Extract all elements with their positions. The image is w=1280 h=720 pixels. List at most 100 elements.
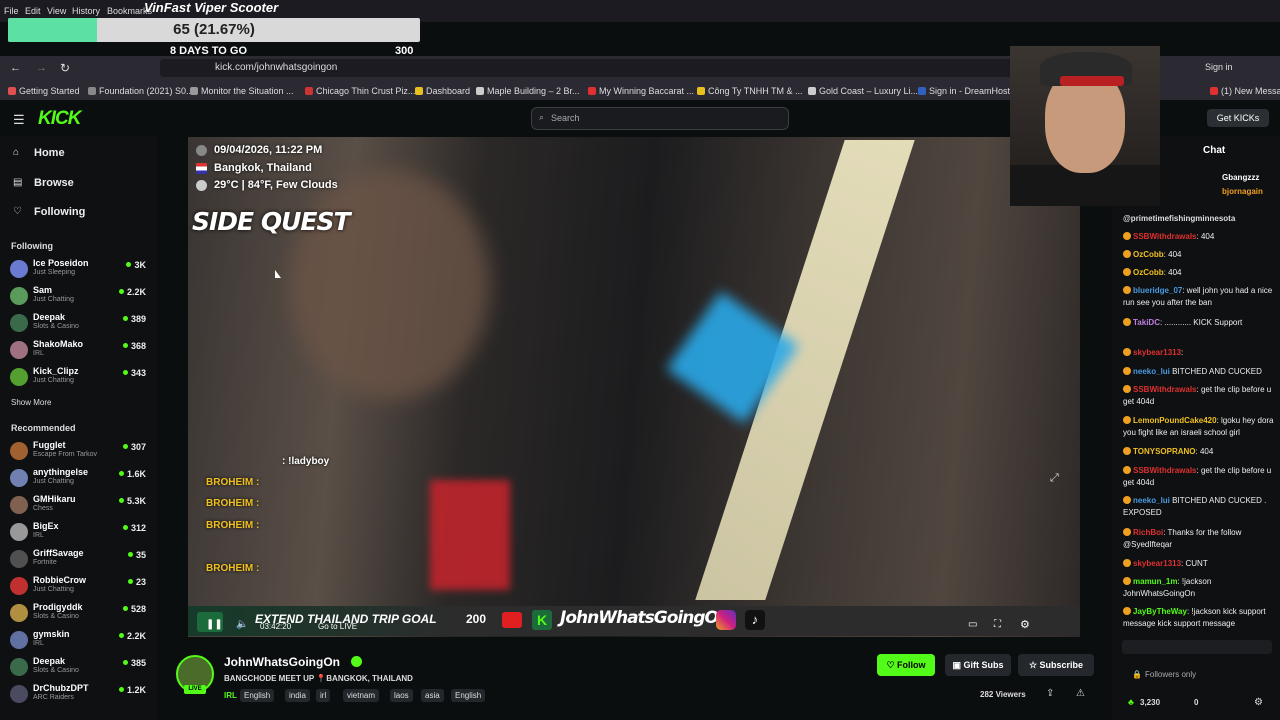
chat-username[interactable]: SSBWithdrawals bbox=[1133, 385, 1197, 394]
channel-avatar bbox=[10, 442, 28, 460]
video-date: 09/04/2026, 11:22 PM bbox=[214, 144, 323, 156]
settings-icon[interactable]: ⚙ bbox=[1020, 618, 1030, 631]
pause-icon[interactable]: ❚❚ bbox=[206, 619, 223, 630]
chat-username[interactable]: TONYSOPRANO bbox=[1133, 447, 1196, 456]
chat-username[interactable]: blueridge_07 bbox=[1133, 286, 1182, 295]
back-icon[interactable]: ← bbox=[10, 62, 21, 74]
sidebar-channel[interactable]: RobbieCrow Just Chatting 23 bbox=[10, 575, 150, 601]
forward-icon[interactable]: → bbox=[36, 62, 47, 74]
streamer-name[interactable]: JohnWhatsGoingOn bbox=[224, 655, 340, 669]
badge-icon bbox=[1123, 367, 1131, 375]
channel-points[interactable]: 3,230 bbox=[1140, 698, 1160, 707]
bookmark-item[interactable]: Gold Coast – Luxury Li... bbox=[808, 86, 918, 96]
channel-category: IRL bbox=[33, 350, 44, 357]
stream-tag[interactable]: laos bbox=[390, 689, 413, 702]
subscribe-button[interactable]: ☆ Subscribe bbox=[1018, 654, 1094, 676]
sidebar-channel[interactable]: DrChubzDPT ARC Raiders 1.2K bbox=[10, 683, 150, 709]
pinned-user-1[interactable]: Gbangzzz bbox=[1222, 173, 1259, 182]
chat-text: : 404 bbox=[1196, 232, 1215, 241]
sidebar-channel[interactable]: ShakoMako IRL 368 bbox=[10, 339, 150, 365]
sidebar-channel[interactable]: BigEx IRL 312 bbox=[10, 521, 150, 547]
stream-tag[interactable]: india bbox=[285, 689, 310, 702]
channel-avatar bbox=[10, 550, 28, 568]
gift-subs-button[interactable]: ▣ Gift Subs bbox=[945, 654, 1011, 676]
chat-username[interactable]: mamun_1m bbox=[1133, 577, 1177, 586]
stream-category[interactable]: IRL bbox=[224, 691, 237, 700]
bookmark-item[interactable]: Foundation (2021) S0... bbox=[88, 86, 194, 96]
overlay-chat-line: : !ladyboy bbox=[282, 456, 330, 467]
theatre-mode-icon[interactable]: ▭ bbox=[968, 619, 977, 630]
sidebar-channel[interactable]: Prodigyddk Slots & Casino 528 bbox=[10, 602, 150, 628]
chat-username[interactable]: skybear1313 bbox=[1133, 559, 1181, 568]
expand-icon[interactable]: ⤢ bbox=[1050, 472, 1059, 485]
sidebar-channel[interactable]: Fugglet Escape From Tarkov 307 bbox=[10, 440, 150, 466]
chat-username[interactable]: JayByTheWay bbox=[1133, 607, 1187, 616]
pinned-user-2[interactable]: bjornagain bbox=[1222, 187, 1263, 196]
bookmark-item[interactable]: Dashboard bbox=[415, 86, 470, 96]
stream-tag[interactable]: vietnam bbox=[343, 689, 380, 702]
hamburger-menu-icon[interactable]: ☰ bbox=[13, 112, 25, 128]
stream-tag[interactable]: irl bbox=[316, 689, 331, 702]
chat-text: : bbox=[1181, 348, 1184, 357]
sidebar-channel[interactable]: Kick_Clipz Just Chatting 343 bbox=[10, 366, 150, 392]
chat-username[interactable]: SSBWithdrawals bbox=[1133, 232, 1197, 241]
sidebar-channel[interactable]: GriffSavage Fortnite 35 bbox=[10, 548, 150, 574]
channel-viewers: 343 bbox=[123, 368, 146, 378]
chat-username[interactable]: neeko_lui bbox=[1133, 367, 1170, 376]
report-icon[interactable]: ⚠ bbox=[1076, 688, 1085, 699]
bookmark-favicon-icon bbox=[8, 87, 16, 95]
sidebar-channel[interactable]: Sam Just Chatting 2.2K bbox=[10, 285, 150, 311]
channel-name: gymskin bbox=[33, 629, 70, 639]
get-kicks-button[interactable]: Get KICKs bbox=[1207, 109, 1269, 127]
nav-home[interactable]: Home bbox=[34, 147, 65, 159]
go-to-live-button[interactable]: Go to LIVE bbox=[318, 622, 357, 631]
volume-icon[interactable]: 🔈 bbox=[236, 619, 248, 630]
bookmark-item[interactable]: Công Ty TNHH TM & ... bbox=[697, 86, 803, 96]
chat-username[interactable]: neeko_lui bbox=[1133, 496, 1170, 505]
show-more-link[interactable]: Show More bbox=[11, 398, 51, 407]
channel-name: Sam bbox=[33, 285, 53, 295]
bookmark-item[interactable]: Maple Building – 2 Br... bbox=[476, 86, 580, 96]
browser-signin[interactable]: Sign in bbox=[1205, 62, 1233, 72]
follow-button[interactable]: ♡ Follow bbox=[877, 654, 935, 676]
bookmark-item[interactable]: Getting Started bbox=[8, 86, 80, 96]
bookmark-item[interactable]: Chicago Thin Crust Piz... bbox=[305, 86, 415, 96]
search-icon: ⌕ bbox=[539, 112, 545, 122]
chat-username[interactable]: OzCobb bbox=[1133, 250, 1164, 259]
chat-emote-row[interactable] bbox=[1122, 640, 1272, 654]
channel-avatar bbox=[10, 368, 28, 386]
badge-icon bbox=[1123, 232, 1131, 240]
bookmark-item[interactable]: Monitor the Situation ... bbox=[190, 86, 294, 96]
stream-tag[interactable]: English bbox=[451, 689, 486, 702]
nav-browse[interactable]: Browse bbox=[34, 177, 74, 189]
bookmark-item[interactable]: My Winning Baccarat ... bbox=[588, 86, 694, 96]
bookmark-item[interactable]: (1) New Messag bbox=[1210, 86, 1280, 96]
chat-title: Chat bbox=[1203, 145, 1226, 156]
chat-username[interactable]: skybear1313 bbox=[1133, 348, 1181, 357]
sidebar-channel[interactable]: Ice Poseidon Just Sleeping 3K bbox=[10, 258, 150, 284]
chat-username[interactable]: SSBWithdrawals bbox=[1133, 466, 1197, 475]
sidebar-channel[interactable]: Deepak Slots & Casino 385 bbox=[10, 656, 150, 682]
chat-settings-icon[interactable]: ⚙ bbox=[1254, 697, 1263, 708]
chat-username[interactable]: @primetimefishingminnesota bbox=[1123, 214, 1235, 223]
kick-logo[interactable]: KICK bbox=[38, 108, 81, 130]
stream-tag[interactable]: asia bbox=[421, 689, 444, 702]
reload-icon[interactable]: ↻ bbox=[60, 61, 70, 75]
chat-username[interactable]: OzCobb bbox=[1133, 268, 1164, 277]
badge-icon bbox=[1123, 286, 1131, 294]
sidebar-channel[interactable]: gymskin IRL 2.2K bbox=[10, 629, 150, 655]
chat-username[interactable]: LemonPoundCake420 bbox=[1133, 416, 1217, 425]
share-icon[interactable]: ⇪ bbox=[1046, 688, 1054, 699]
sidebar-channel[interactable]: anythingelse Just Chatting 1.6K bbox=[10, 467, 150, 493]
nav-following[interactable]: Following bbox=[34, 206, 85, 218]
fullscreen-icon[interactable]: ⛶ bbox=[994, 619, 1001, 630]
url-text[interactable]: kick.com/johnwhatsgoingon bbox=[215, 62, 337, 73]
channel-viewers: 528 bbox=[123, 604, 146, 614]
chat-username[interactable]: TakiDC bbox=[1133, 318, 1160, 327]
bookmark-item[interactable]: Sign in - DreamHost bbox=[918, 86, 1010, 96]
chat-username[interactable]: RichBoi bbox=[1133, 528, 1163, 537]
bookmark-label: My Winning Baccarat ... bbox=[599, 86, 695, 96]
sidebar-channel[interactable]: GMHikaru Chess 5.3K bbox=[10, 494, 150, 520]
stream-tag[interactable]: English bbox=[240, 689, 275, 702]
sidebar-channel[interactable]: Deepak Slots & Casino 389 bbox=[10, 312, 150, 338]
